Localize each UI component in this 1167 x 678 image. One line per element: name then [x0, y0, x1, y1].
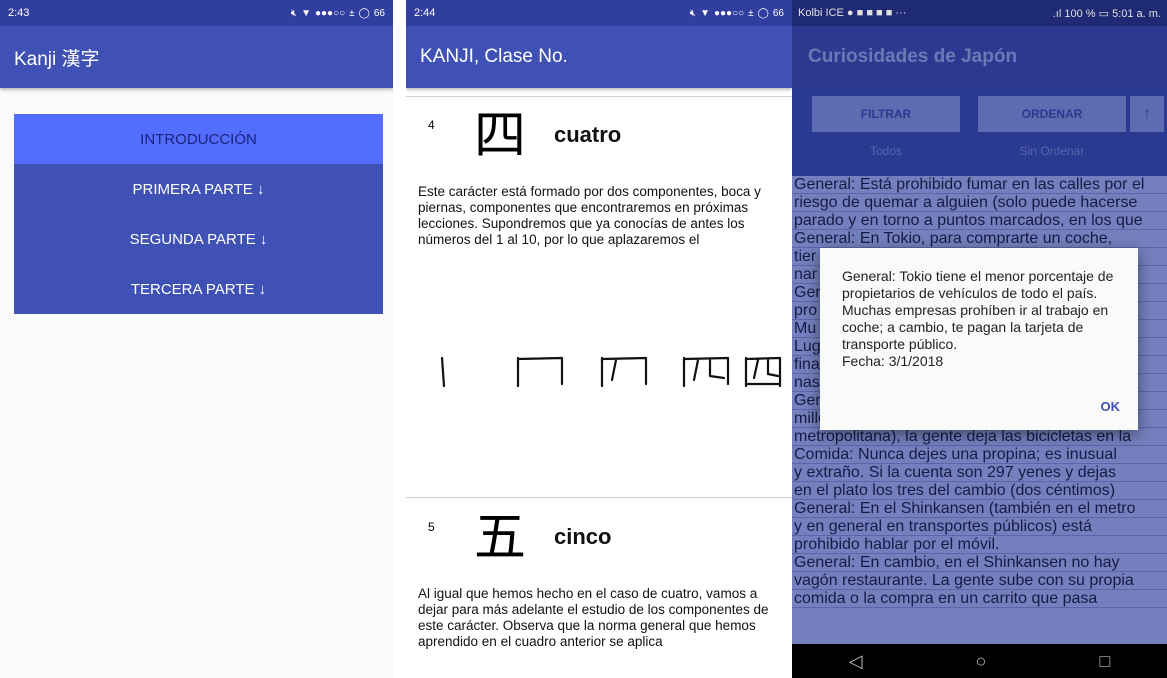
- recents-icon[interactable]: □: [1100, 651, 1111, 672]
- menu-item-introduccion[interactable]: INTRODUCCIÓN: [14, 114, 383, 164]
- status-bar: 2:44 🔇︎ ▼ ●●●○○ ± ◯ 66: [406, 0, 792, 26]
- card-word: cuatro: [554, 122, 622, 147]
- menu-item-label: TERCERA PARTE ↓: [130, 280, 267, 298]
- ok-button[interactable]: OK: [1101, 399, 1121, 414]
- list-item[interactable]: metropolitana), la gente deja las bicicl…: [792, 428, 1167, 446]
- dialog-date: Fecha: 3/1/2018: [842, 353, 944, 369]
- list-item[interactable]: parado y en torno a puntos marcados, en …: [792, 212, 1167, 230]
- card-text: Al igual que hemos hecho en el caso de c…: [418, 586, 769, 649]
- dialog-message: General: Tokio tiene el menor porcentaje…: [842, 268, 1114, 352]
- signal-dots-icon: ●●●○○: [314, 7, 346, 19]
- filter-button-label: FILTRAR: [860, 107, 912, 121]
- menu-item-label: INTRODUCCIÓN: [140, 130, 257, 148]
- wifi-icon: ▼: [301, 7, 311, 19]
- list-item[interactable]: vagón restaurante. La gente sube con su …: [792, 572, 1167, 590]
- filter-button[interactable]: FILTRAR: [812, 96, 960, 132]
- status-bar: 2:43 🔇︎ ▼ ●●●○○ ± ◯ 66: [0, 0, 393, 26]
- signal-dots-icon: ●●●○○: [713, 7, 745, 19]
- status-time: 5:01 a. m.: [1112, 7, 1161, 20]
- card-word: cinco: [554, 524, 612, 549]
- order-button-label: ORDENAR: [1021, 107, 1083, 121]
- app-title: Curiosidades de Japón: [808, 46, 1018, 67]
- app-bar: Curiosidades de Japón: [792, 26, 1167, 88]
- menu-item-primera-parte[interactable]: PRIMERA PARTE ↓: [14, 164, 383, 214]
- wifi-icon: ▼: [700, 7, 710, 19]
- list-item[interactable]: y en general en transportes públicos) es…: [792, 518, 1167, 536]
- battery-icon: ◯: [358, 7, 370, 19]
- mute-icon: 🔇︎: [689, 7, 697, 19]
- sync-icon: ±: [748, 7, 754, 19]
- section-menu: INTRODUCCIÓN PRIMERA PARTE ↓ SEGUNDA PAR…: [14, 114, 383, 314]
- app-title: Kanji 漢字: [14, 48, 100, 70]
- card-number: 4: [428, 118, 435, 132]
- card-divider: [406, 96, 792, 97]
- menu-item-segunda-parte[interactable]: SEGUNDA PARTE ↓: [14, 214, 383, 264]
- phone-kanji-menu: 2:43 🔇︎ ▼ ●●●○○ ± ◯ 66 Kanji 漢字 INTRODUC…: [0, 0, 393, 678]
- menu-item-tercera-parte[interactable]: TERCERA PARTE ↓: [14, 264, 383, 314]
- app-bar: Kanji 漢字: [0, 26, 393, 88]
- card-kanji: 五: [474, 508, 527, 568]
- curiosity-dialog: General: Tokio tiene el menor porcentaje…: [820, 248, 1138, 430]
- app-title: KANJI, Clase No.: [420, 46, 568, 67]
- back-icon[interactable]: ◁: [849, 651, 863, 672]
- list-item[interactable]: General: En Tokio, para comprarte un coc…: [792, 230, 1167, 248]
- app-bar: KANJI, Clase No.: [406, 26, 792, 88]
- mute-icon: 🔇︎: [290, 7, 298, 19]
- arrow-up-icon: ↑: [1143, 105, 1151, 122]
- battery-icon: ◯: [757, 7, 769, 19]
- battery-icon: ▭: [1098, 7, 1113, 20]
- order-button[interactable]: ORDENAR: [978, 96, 1126, 132]
- sync-icon: ±: [349, 7, 355, 19]
- card-divider: [406, 497, 792, 498]
- card-kanji: 四: [474, 106, 527, 166]
- menu-item-label: SEGUNDA PARTE ↓: [129, 230, 268, 248]
- list-item[interactable]: General: En el Shinkansen (también en el…: [792, 500, 1167, 518]
- order-value: Sin Ordenar: [1019, 144, 1085, 158]
- stroke-order-image: [440, 356, 782, 388]
- list-item[interactable]: comida o la compra en un carrito que pas…: [792, 590, 1167, 608]
- battery-level: 66: [772, 7, 784, 19]
- signal-level: 100 %: [1064, 7, 1096, 20]
- notification-icons: ● ■ ■ ■ ■ ···: [846, 7, 907, 19]
- list-item[interactable]: prohibido hablar por el móvil.: [792, 536, 1167, 554]
- filter-value: Todos: [869, 144, 903, 158]
- list-item[interactable]: Comida: Nunca dejes una propina; es inus…: [792, 446, 1167, 464]
- android-nav-bar: ◁ ○ □: [792, 644, 1167, 678]
- carrier-name: Kolbi ICE: [798, 7, 844, 19]
- battery-level: 66: [373, 7, 385, 19]
- signal-icon: .ıl: [1052, 7, 1065, 20]
- menu-item-label: PRIMERA PARTE ↓: [132, 180, 265, 198]
- card-number: 5: [428, 520, 435, 534]
- card-text: Este carácter está formado por dos compo…: [418, 184, 761, 247]
- phone-kanji-lesson: 2:44 🔇︎ ▼ ●●●○○ ± ◯ 66 KANJI, Clase No. …: [406, 0, 792, 678]
- status-bar: Kolbi ICE ● ■ ■ ■ ■ ··· .ıl 100 % ▭ 5:01…: [792, 0, 1167, 26]
- list-item[interactable]: en el plato los tres del cambio (dos cén…: [792, 482, 1167, 500]
- list-item[interactable]: riesgo de quemar a alguien (solo puede h…: [792, 194, 1167, 212]
- list-item[interactable]: General: En cambio, en el Shinkansen no …: [792, 554, 1167, 572]
- phone-curiosidades: Kolbi ICE ● ■ ■ ■ ■ ··· .ıl 100 % ▭ 5:01…: [792, 0, 1167, 678]
- list-item[interactable]: General: Está prohibido fumar en las cal…: [792, 176, 1167, 194]
- status-time: 2:43: [8, 7, 30, 19]
- status-time: 2:44: [414, 7, 436, 19]
- home-icon[interactable]: ○: [976, 651, 987, 672]
- list-item[interactable]: y extraño. Si la cuenta son 297 yenes y …: [792, 464, 1167, 482]
- sort-direction-button[interactable]: ↑: [1130, 96, 1164, 132]
